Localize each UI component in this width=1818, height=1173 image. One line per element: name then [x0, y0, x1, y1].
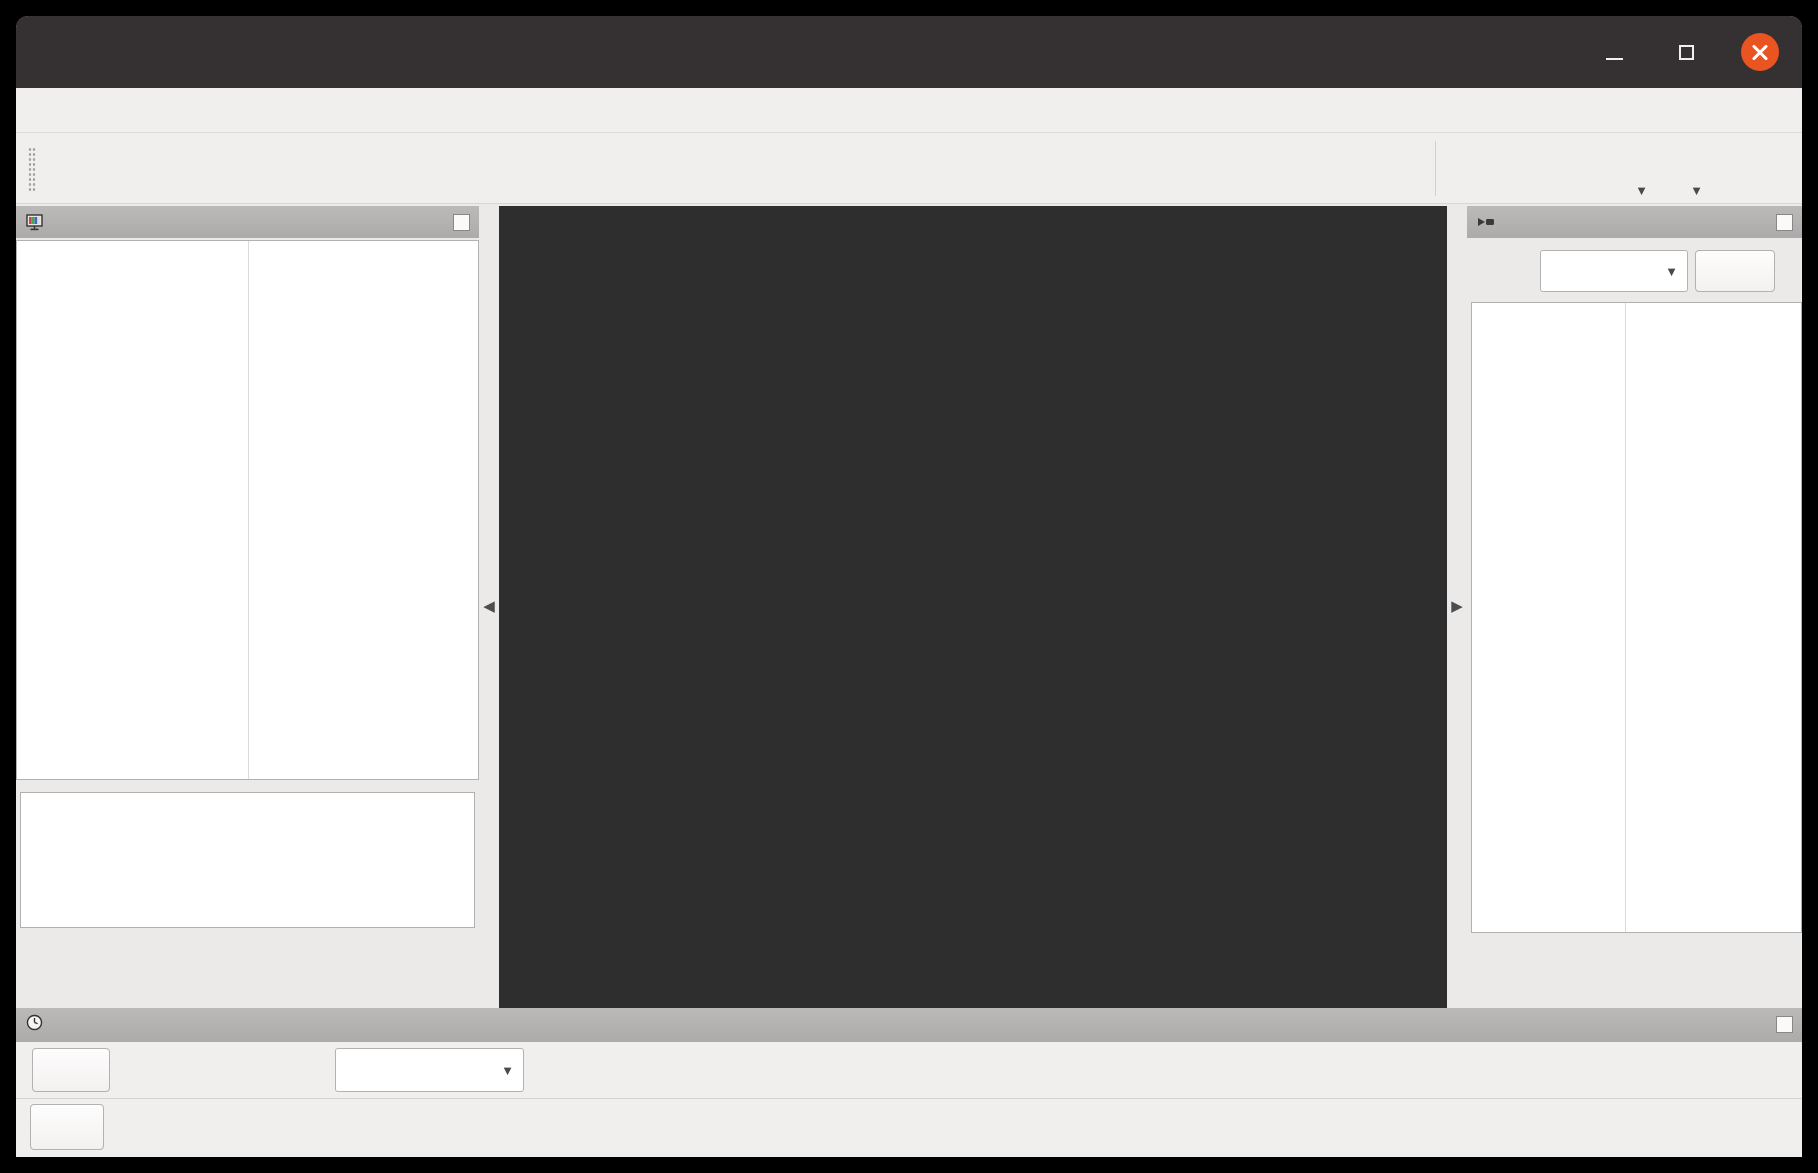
- toolbar: ▼ ▼: [16, 133, 1802, 204]
- views-panel-header: [1467, 206, 1802, 238]
- displays-tree: [16, 240, 479, 780]
- 3d-scene: [499, 206, 1447, 1008]
- displays-panel-header: [16, 206, 479, 238]
- menu-bar: [16, 88, 1802, 133]
- right-splitter[interactable]: ▶: [1447, 204, 1467, 1008]
- time-panel-row: ▼: [16, 1042, 1802, 1098]
- displays-description-box: [20, 792, 475, 928]
- toolbar-grip[interactable]: [28, 147, 36, 191]
- column-divider[interactable]: [1625, 303, 1626, 932]
- pause-button[interactable]: [32, 1048, 110, 1092]
- remove-tool-button[interactable]: ▼: [1604, 133, 1638, 204]
- displays-float-button[interactable]: [453, 214, 470, 231]
- monitor-icon: [26, 214, 45, 231]
- window-title: [16, 16, 1802, 88]
- synchronization-dropdown[interactable]: ▼: [335, 1048, 524, 1092]
- collapse-right-icon[interactable]: ▶: [1451, 597, 1463, 615]
- tool-visibility-button[interactable]: ▼: [1659, 133, 1693, 204]
- maximize-button[interactable]: [1666, 32, 1706, 72]
- views-float-button[interactable]: [1776, 214, 1793, 231]
- views-type-row: ▼: [1467, 250, 1802, 294]
- maximize-icon: [1679, 45, 1694, 60]
- views-tree: [1471, 302, 1802, 933]
- camera-view-icon: [1477, 215, 1495, 229]
- left-splitter[interactable]: ◀: [479, 204, 499, 1008]
- add-tool-button[interactable]: [1562, 133, 1596, 204]
- screen-frame: ▼ ▼ ◀ ▶: [0, 0, 1818, 1173]
- status-bar: [16, 1098, 1802, 1157]
- chevron-down-icon[interactable]: ▼: [1635, 183, 1648, 198]
- chevron-down-icon[interactable]: ▼: [1690, 183, 1703, 198]
- column-divider[interactable]: [248, 241, 249, 779]
- close-icon: [1741, 33, 1779, 71]
- collapse-left-icon[interactable]: ◀: [483, 597, 495, 615]
- chevron-down-icon: ▼: [501, 1063, 514, 1078]
- time-float-button[interactable]: [1776, 1016, 1793, 1033]
- 3d-viewport[interactable]: [499, 206, 1447, 1008]
- minimize-icon: [1606, 58, 1623, 61]
- zero-button[interactable]: [1695, 250, 1775, 292]
- main-area: ◀ ▶ ▼: [16, 204, 1802, 1008]
- view-type-dropdown[interactable]: ▼: [1540, 250, 1688, 292]
- title-bar[interactable]: [16, 16, 1802, 88]
- rviz-window: ▼ ▼ ◀ ▶: [16, 16, 1802, 1157]
- chevron-down-icon: ▼: [1665, 264, 1678, 279]
- clock-icon: [26, 1014, 43, 1037]
- reset-button[interactable]: [30, 1104, 104, 1150]
- time-panel-header: [16, 1008, 1802, 1042]
- close-button[interactable]: [1740, 32, 1780, 72]
- minimize-button[interactable]: [1594, 32, 1634, 72]
- toolbar-separator: [1435, 141, 1436, 196]
